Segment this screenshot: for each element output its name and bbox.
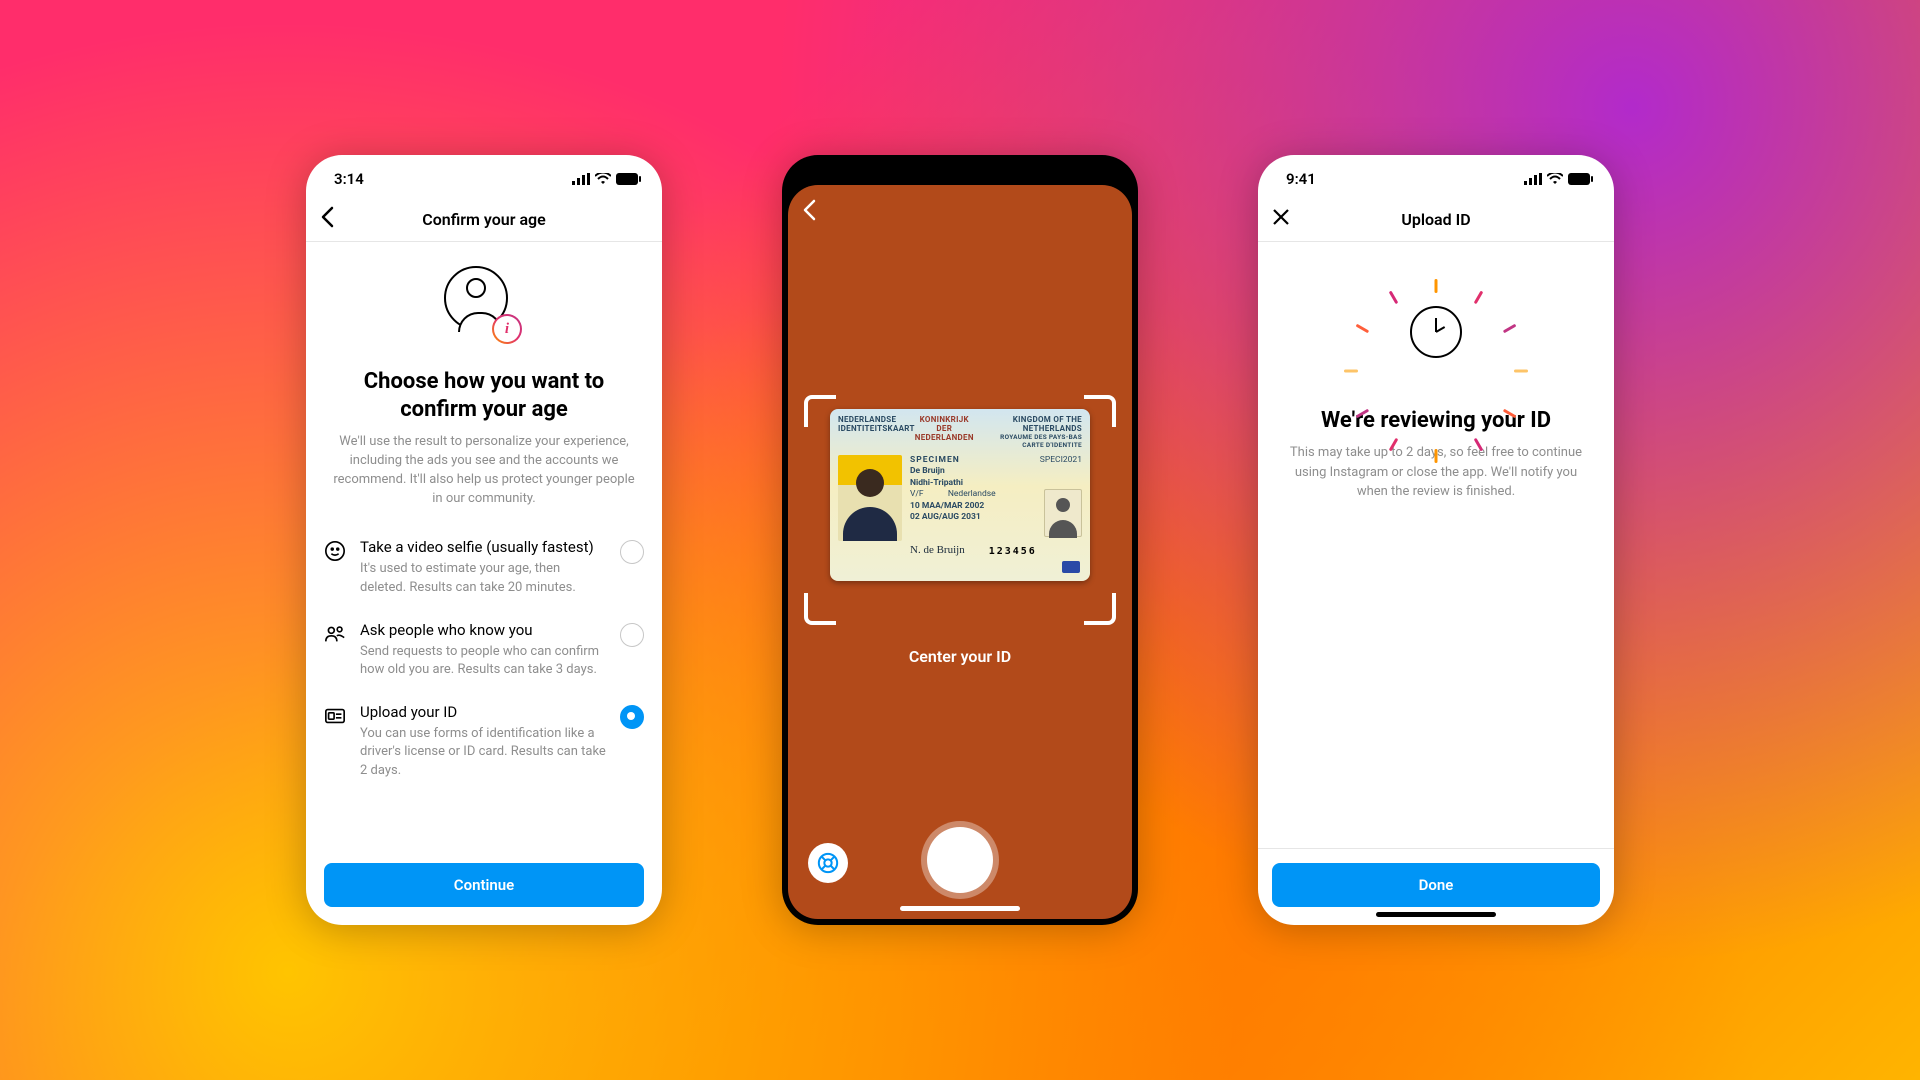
continue-button[interactable]: Continue (324, 863, 644, 907)
id-header-text: NEDERLANDSE (838, 415, 915, 424)
id-header-text: ROYAUME DES PAYS-BAS (974, 433, 1082, 441)
id-card-preview: NEDERLANDSE IDENTITEITSKAART KONINKRIJK … (830, 409, 1090, 581)
option-title: Upload your ID (360, 703, 606, 721)
id-ghost-photo (1044, 489, 1082, 537)
id-photo (838, 455, 902, 541)
battery-icon (616, 173, 642, 185)
status-bar: 9:41 (782, 155, 1138, 197)
shutter-button[interactable] (927, 827, 993, 893)
nav-bar: Confirm your age (306, 197, 662, 242)
status-time: 3:14 (334, 170, 364, 188)
page-heading: We're reviewing your ID (1278, 408, 1594, 433)
phone-screen-confirm-age: 3:14 Confirm your age i (306, 155, 662, 925)
status-icons (1524, 173, 1594, 185)
radio-unselected[interactable] (620, 540, 644, 564)
wifi-icon (1071, 173, 1087, 185)
camera-viewfinder: NEDERLANDSE IDENTITEITSKAART KONINKRIJK … (788, 185, 1132, 919)
back-button[interactable] (802, 199, 816, 225)
hero-illustration: i (324, 242, 644, 346)
home-indicator (900, 906, 1020, 911)
phone-screen-reviewing: 9:41 Upload ID (1258, 155, 1614, 925)
id-nationality: Nederlandse (948, 489, 996, 500)
id-number: 123456 (989, 545, 1037, 559)
close-icon (1272, 208, 1290, 226)
option-upload-id[interactable]: Upload your ID You can use forms of iden… (324, 691, 644, 792)
option-video-selfie[interactable]: Take a video selfie (usually fastest) It… (324, 526, 644, 608)
scan-instruction: Center your ID (788, 647, 1132, 666)
id-header-text: IDENTITEITSKAART (838, 424, 915, 433)
id-sex: V/F (910, 489, 924, 500)
id-expiry: 02 AUG/AUG 2031 (910, 512, 1028, 523)
cellular-icon (572, 173, 590, 185)
cellular-icon (1048, 173, 1066, 185)
option-desc: It's used to estimate your age, then del… (360, 560, 606, 596)
status-time: 9:41 (1286, 170, 1316, 188)
radio-selected[interactable] (620, 705, 644, 729)
status-bar: 3:14 (306, 155, 662, 197)
id-header-text: KONINKRIJK DER NEDERLANDEN (915, 415, 974, 449)
phone-screen-scan-id: 9:41 NEDERLANDSE (782, 155, 1138, 925)
status-bar: 9:41 (1258, 155, 1614, 197)
cellular-icon (1524, 173, 1542, 185)
id-given: Nidhi-Tripathi (910, 478, 1082, 489)
home-indicator (1376, 912, 1496, 917)
screen-content: We're reviewing your ID This may take up… (1258, 242, 1614, 925)
selfie-icon (324, 538, 346, 562)
option-desc: You can use forms of identification like… (360, 725, 606, 780)
id-doc-type: SPECIMEN (910, 455, 960, 466)
back-button[interactable] (320, 206, 334, 232)
clock-icon (1410, 306, 1462, 358)
option-ask-people[interactable]: Ask people who know you Send requests to… (324, 609, 644, 691)
id-signature: N. de Bruijn (910, 537, 965, 558)
status-time: 9:41 (810, 170, 840, 188)
people-icon (324, 621, 346, 645)
screen-content: i Choose how you want to confirm your ag… (306, 242, 662, 925)
radio-unselected[interactable] (620, 623, 644, 647)
option-title: Ask people who know you (360, 621, 606, 639)
id-doc-code: SPECI2021 (1040, 455, 1082, 466)
chevron-left-icon (802, 199, 816, 221)
id-header-text: KINGDOM OF THE NETHERLANDS (974, 415, 1082, 433)
status-icons (572, 173, 642, 185)
help-button[interactable] (808, 843, 848, 883)
id-surname: De Bruijn (910, 466, 1082, 477)
id-dob: 10 MAA/MAR 2002 (910, 501, 1028, 512)
scan-frame: NEDERLANDSE IDENTITEITSKAART KONINKRIJK … (804, 395, 1116, 625)
nav-title: Upload ID (1401, 210, 1470, 229)
battery-icon (1092, 173, 1118, 185)
gradient-background: 3:14 Confirm your age i (0, 0, 1920, 1080)
chevron-left-icon (320, 206, 334, 228)
id-header-text: CARTE D'IDENTITE (974, 441, 1082, 449)
battery-icon (1568, 173, 1594, 185)
page-heading: Choose how you want to confirm your age (330, 368, 638, 423)
info-badge-icon: i (492, 314, 522, 344)
id-card-icon (324, 703, 346, 727)
nav-bar: Upload ID (1258, 197, 1614, 242)
option-desc: Send requests to people who can confirm … (360, 643, 606, 679)
close-button[interactable] (1272, 208, 1290, 230)
clock-illustration (1376, 272, 1496, 392)
done-button[interactable]: Done (1272, 863, 1600, 907)
id-chip-icon (1062, 561, 1080, 573)
option-title: Take a video selfie (usually fastest) (360, 538, 606, 556)
wifi-icon (595, 173, 611, 185)
lifesaver-icon (817, 852, 839, 874)
nav-title: Confirm your age (422, 210, 546, 229)
wifi-icon (1547, 173, 1563, 185)
page-subtext: We'll use the result to personalize your… (330, 433, 638, 508)
status-icons (1048, 173, 1118, 185)
